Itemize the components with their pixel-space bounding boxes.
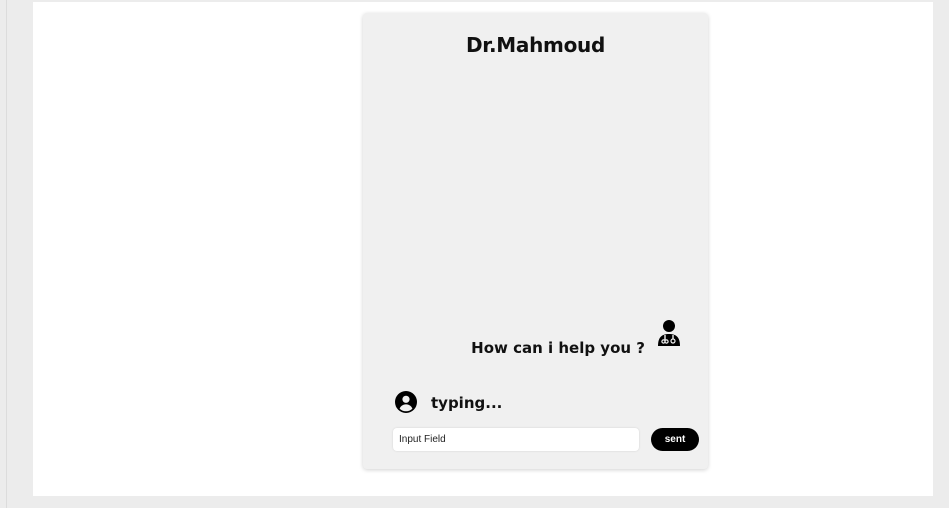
message-input[interactable] bbox=[393, 428, 639, 451]
user-account-circle-icon bbox=[395, 391, 417, 413]
doctor-avatar-icon bbox=[658, 320, 680, 346]
chat-title: Dr.Mahmoud bbox=[466, 33, 605, 57]
typing-indicator: typing... bbox=[431, 394, 503, 412]
chat-window: Dr.Mahmoud How can i help you ? typing..… bbox=[363, 13, 708, 469]
send-button[interactable]: sent bbox=[651, 428, 699, 451]
bot-message: How can i help you ? bbox=[471, 339, 645, 357]
page-frame: Dr.Mahmoud How can i help you ? typing..… bbox=[6, 0, 949, 508]
content-canvas: Dr.Mahmoud How can i help you ? typing..… bbox=[33, 2, 933, 496]
